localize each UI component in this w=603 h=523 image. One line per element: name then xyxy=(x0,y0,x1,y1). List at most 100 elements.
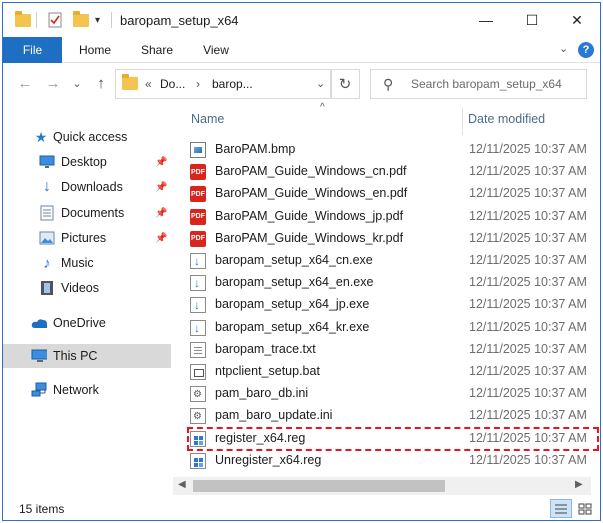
sidebar-item-documents[interactable]: Documents 📌 xyxy=(3,201,171,225)
file-row[interactable]: pam_baro_db.ini 12/11/2025 10:37 AM xyxy=(186,383,588,405)
navigation-pane: ★ Quick access Desktop 📌 ↓ Downloads 📌 D… xyxy=(3,115,173,495)
expand-ribbon-icon[interactable]: ⌄ xyxy=(559,42,568,55)
file-row[interactable]: BaroPAM.bmp 12/11/2025 10:37 AM xyxy=(186,139,588,161)
details-view-button[interactable] xyxy=(550,499,572,518)
file-row[interactable]: baropam_setup_x64_cn.exe 12/11/2025 10:37… xyxy=(186,250,588,272)
sidebar-item-quick-access[interactable]: ★ Quick access xyxy=(3,125,171,149)
search-input[interactable] xyxy=(411,75,581,93)
sidebar-item-label: Documents xyxy=(61,206,125,220)
file-row[interactable]: PDF BaroPAM_Guide_Windows_jp.pdf 12/11/202… xyxy=(186,206,588,228)
file-date-modified: 12/11/2025 10:37 AM xyxy=(469,164,587,179)
column-header-date-modified[interactable]: Date modified xyxy=(468,112,545,126)
sidebar-item-music[interactable]: ♪ Music xyxy=(3,251,171,275)
sidebar-item-label: Downloads xyxy=(61,180,123,194)
sidebar-item-this-pc[interactable]: This PC xyxy=(3,344,171,368)
file-row[interactable]: baropam_trace.txt 12/11/2025 10:37 AM xyxy=(186,339,588,361)
installer-icon xyxy=(190,297,206,314)
pin-icon[interactable]: 📌 xyxy=(155,208,167,219)
new-folder-icon[interactable] xyxy=(73,10,89,29)
navigation-bar: ← → ⌄ ↑ « Do... › barop... ⌄ ↻ ⚲ xyxy=(3,64,600,102)
file-date-modified: 12/11/2025 10:37 AM xyxy=(469,364,587,378)
file-date-modified: 12/11/2025 10:37 AM xyxy=(469,430,587,445)
scrollbar-thumb[interactable] xyxy=(193,480,445,492)
status-bar: 15 items xyxy=(3,497,600,520)
documents-icon xyxy=(39,205,55,221)
file-row[interactable]: pam_baro_update.ini 12/11/2025 10:37 AM xyxy=(186,405,588,427)
sidebar-item-desktop[interactable]: Desktop 📌 xyxy=(3,150,171,174)
file-row[interactable]: PDF BaroPAM_Guide_Windows_cn.pdf 12/11/202… xyxy=(186,161,588,183)
breadcrumb-current-folder[interactable]: barop... xyxy=(212,77,253,91)
sidebar-item-network[interactable]: Network xyxy=(3,378,171,402)
tab-view[interactable]: View xyxy=(191,37,241,63)
file-date-modified: 12/11/2025 10:37 AM xyxy=(469,386,587,401)
file-date-modified: 12/11/2025 10:37 AM xyxy=(469,208,587,223)
file-row[interactable]: baropam_setup_x64_jp.exe 12/11/2025 10:37… xyxy=(186,294,588,316)
file-row[interactable]: baropam_setup_x64_en.exe 12/11/2025 10:37… xyxy=(186,272,588,294)
horizontal-scrollbar[interactable]: ◀ ▶ xyxy=(173,477,591,495)
close-button[interactable]: ✕ xyxy=(554,3,600,37)
file-row[interactable]: register_x64.reg 12/11/2025 10:37 AM xyxy=(186,428,588,450)
file-name: baropam_setup_x64_jp.exe xyxy=(215,297,370,312)
sidebar-item-pictures[interactable]: Pictures 📌 xyxy=(3,226,171,250)
file-row[interactable]: Unregister_x64.reg 12/11/2025 10:37 AM xyxy=(186,450,588,472)
tab-file[interactable]: File xyxy=(3,37,62,63)
file-date-modified: 12/11/2025 10:37 AM xyxy=(469,319,587,334)
breadcrumb-documents[interactable]: Do... xyxy=(160,77,185,91)
large-icons-view-button[interactable] xyxy=(574,499,596,518)
ribbon-tabs: File Home Share View ⌄ ? xyxy=(3,37,600,63)
pin-icon[interactable]: 📌 xyxy=(155,233,167,244)
file-date-modified: 12/11/2025 10:37 AM xyxy=(469,341,587,356)
network-icon xyxy=(31,382,47,398)
address-bar[interactable]: « Do... › barop... ⌄ xyxy=(115,69,332,99)
file-row[interactable]: ntpclient_setup.bat 12/11/2025 10:37 AM xyxy=(186,361,588,383)
recent-locations-button[interactable]: ⌄ xyxy=(67,73,87,93)
column-header-name[interactable]: Name xyxy=(191,112,224,126)
scroll-right-icon[interactable]: ▶ xyxy=(575,479,583,490)
address-dropdown-icon[interactable]: ⌄ xyxy=(316,77,325,90)
minimize-button[interactable]: — xyxy=(463,3,509,37)
file-row[interactable]: PDF BaroPAM_Guide_Windows_en.pdf 12/11/202… xyxy=(186,183,588,205)
column-divider[interactable] xyxy=(462,107,463,135)
file-name: BaroPAM_Guide_Windows_jp.pdf xyxy=(215,208,404,223)
cloud-icon xyxy=(31,315,47,331)
sidebar-item-downloads[interactable]: ↓ Downloads 📌 xyxy=(3,175,171,199)
search-box[interactable]: ⚲ xyxy=(370,69,587,99)
pin-icon[interactable]: 📌 xyxy=(155,157,167,168)
config-file-icon xyxy=(190,408,206,425)
file-name: baropam_setup_x64_cn.exe xyxy=(215,253,373,267)
file-name: baropam_setup_x64_kr.exe xyxy=(215,319,370,334)
tab-share[interactable]: Share xyxy=(131,37,183,63)
customize-qat-icon[interactable]: ▾ xyxy=(95,11,100,29)
text-file-icon xyxy=(190,341,206,358)
up-button[interactable]: ↑ xyxy=(91,73,111,93)
scroll-left-icon[interactable]: ◀ xyxy=(178,479,186,490)
installer-icon xyxy=(190,319,206,336)
download-icon: ↓ xyxy=(43,178,51,195)
sidebar-item-onedrive[interactable]: OneDrive xyxy=(3,311,171,335)
forward-button[interactable]: → xyxy=(43,73,63,93)
window-title: baropam_setup_x64 xyxy=(120,13,239,28)
music-icon: ♪ xyxy=(43,254,51,272)
breadcrumb-separator[interactable]: › xyxy=(196,77,200,91)
pdf-icon: PDF xyxy=(190,186,206,203)
file-date-modified: 12/11/2025 10:37 AM xyxy=(469,452,587,467)
tab-home[interactable]: Home xyxy=(69,37,121,63)
file-row[interactable]: baropam_setup_x64_kr.exe 12/11/2025 10:37… xyxy=(186,317,588,339)
sidebar-item-label: Network xyxy=(53,383,99,397)
file-row[interactable]: PDF BaroPAM_Guide_Windows_kr.pdf 12/11/202… xyxy=(186,228,588,250)
config-file-icon xyxy=(190,386,206,403)
breadcrumb-overflow[interactable]: « xyxy=(145,77,152,91)
back-button[interactable]: ← xyxy=(15,73,35,93)
pin-icon[interactable]: 📌 xyxy=(155,182,167,193)
refresh-button[interactable]: ↻ xyxy=(330,69,360,99)
details-view-icon xyxy=(555,504,567,513)
sidebar-item-videos[interactable]: Videos xyxy=(3,276,171,300)
file-name: register_x64.reg xyxy=(215,430,306,445)
help-icon[interactable]: ? xyxy=(578,42,594,58)
maximize-button[interactable]: ☐ xyxy=(509,3,555,37)
sidebar-item-label: Desktop xyxy=(61,155,107,169)
sidebar-item-label: Videos xyxy=(61,281,99,295)
properties-icon[interactable] xyxy=(47,11,63,29)
large-icons-view-icon xyxy=(578,503,592,514)
title-bar: ▾ baropam_setup_x64 — ☐ ✕ xyxy=(3,3,600,37)
